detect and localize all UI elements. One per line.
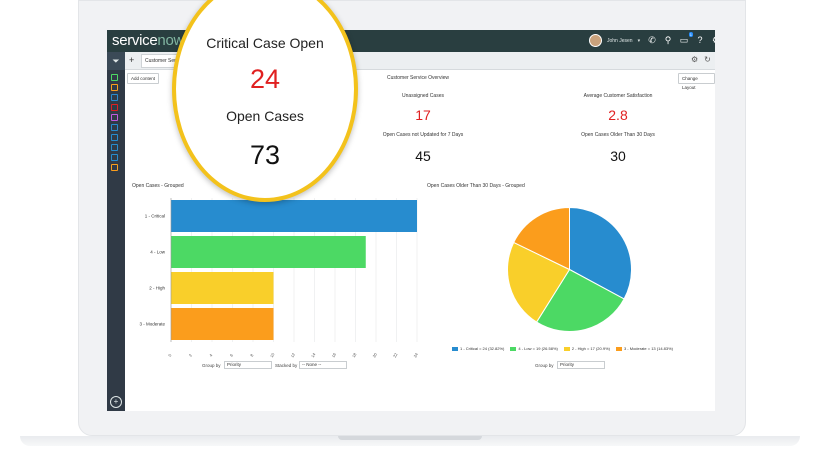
pie-legend: 1 - Critical = 24 (32.82%) 4 - Low = 19 … — [452, 346, 673, 351]
legend-label: 2 - High = 17 (20.9%) — [571, 346, 610, 351]
warning-icon[interactable] — [111, 104, 118, 111]
y-tick-label: 1 - Critical — [145, 214, 165, 219]
legend-swatch — [615, 346, 622, 351]
gear-icon[interactable]: ⚙ — [711, 35, 715, 45]
group-by-label: Group by — [202, 363, 221, 368]
help-icon[interactable]: ? — [695, 35, 705, 45]
y-tick-label: 2 - High — [149, 286, 165, 291]
user-menu[interactable]: John Jesen ▾ — [589, 34, 640, 47]
bar-chart: 0 2 4 6 8 10 12 14 16 18 20 22 241 - Critical4 - Low… — [139, 198, 419, 358]
chat-icon[interactable] — [111, 94, 118, 101]
notification-badge: 1 — [688, 32, 693, 37]
refresh-icon[interactable]: ↻ — [704, 55, 711, 64]
header-icons: ✆ ⚲ ▭1 ? ⚙ — [647, 32, 715, 45]
legend-item[interactable]: 3 - Moderate = 13 (14.83%) — [615, 346, 673, 351]
metric-label-unassigned: Unassigned Cases — [402, 93, 444, 99]
metric-value-not-updated[interactable]: 45 — [383, 148, 463, 164]
sidebar: ⏷ + — [107, 52, 125, 411]
legend-label: 1 - Critical = 24 (32.82%) — [460, 346, 505, 351]
y-tick-label: 3 - Moderate — [139, 322, 165, 327]
legend-item[interactable]: 4 - Low = 19 (26.58%) — [510, 346, 558, 351]
change-layout-button[interactable]: Change Layout — [678, 73, 715, 90]
add-tab-button[interactable]: + — [129, 55, 134, 65]
x-tick-label: 18 — [351, 351, 358, 358]
user-icon[interactable] — [111, 114, 118, 121]
pie-group-by-select[interactable]: Priority — [557, 361, 605, 369]
metric-label-older-30: Open Cases Older Than 30 Days — [581, 132, 655, 138]
metric-value-unassigned[interactable]: 17 — [383, 107, 463, 123]
pie-group-by-label: Group by — [535, 363, 554, 368]
add-circle-icon[interactable]: + — [110, 396, 122, 408]
pie-chart-title: Open Cases Older Than 30 Days - Grouped — [427, 183, 525, 189]
group-by-select[interactable]: Priority — [224, 361, 272, 369]
open-cases-label: Open Cases — [226, 108, 304, 124]
x-tick-label: 10 — [269, 351, 276, 358]
user-name: John Jesen — [607, 37, 633, 44]
x-tick-label: 2 — [187, 352, 193, 357]
x-tick-label: 4 — [208, 352, 214, 357]
brand-service: service — [112, 32, 158, 49]
menu-icon[interactable] — [111, 164, 118, 171]
x-tick-label: 20 — [371, 351, 378, 358]
filter-icon[interactable]: ⏷ — [107, 52, 125, 70]
metric-value-older-30[interactable]: 30 — [578, 148, 658, 164]
sidebar-icons — [111, 74, 118, 171]
home-icon[interactable] — [111, 74, 118, 81]
stacked-by-select[interactable]: -- None -- — [299, 361, 347, 369]
alert-icon[interactable] — [111, 84, 118, 91]
list-icon[interactable] — [111, 124, 118, 131]
bar — [171, 308, 274, 340]
play-icon[interactable] — [111, 154, 118, 161]
open-cases-value: 73 — [249, 140, 281, 170]
calendar-icon[interactable] — [111, 134, 118, 141]
metric-label-satisfaction: Average Customer Satisfaction — [583, 93, 653, 99]
avatar — [589, 34, 602, 47]
stacked-by-label: Stacked by — [275, 363, 298, 368]
x-tick-label: 8 — [249, 352, 255, 357]
critical-case-label: Critical Case Open — [206, 35, 324, 51]
bar — [171, 200, 417, 232]
legend-swatch — [510, 346, 517, 351]
tab-tools: ⚙ ↻ — [691, 55, 711, 64]
chevron-down-icon: ▾ — [637, 37, 641, 44]
x-tick-label: 24 — [412, 351, 419, 358]
x-tick-label: 14 — [310, 351, 317, 358]
gear-icon[interactable]: ⚙ — [691, 55, 698, 64]
metric-value-satisfaction[interactable]: 2.8 — [578, 107, 658, 123]
search-icon[interactable]: ⚲ — [663, 35, 673, 45]
document-icon[interactable] — [111, 144, 118, 151]
x-tick-label: 16 — [330, 351, 337, 358]
legend-item[interactable]: 2 - High = 17 (20.9%) — [563, 346, 610, 351]
phone-icon[interactable]: ✆ — [647, 35, 657, 45]
laptop-notch — [338, 436, 482, 440]
chat-icon[interactable]: ▭ 1 — [679, 32, 693, 45]
critical-case-value: 24 — [249, 64, 281, 94]
legend-item[interactable]: 1 - Critical = 24 (32.82%) — [452, 346, 504, 351]
legend-swatch — [452, 346, 458, 351]
x-tick-label: 22 — [392, 351, 399, 358]
metric-label-not-updated: Open Cases not Updated for 7 Days — [382, 132, 464, 138]
legend-swatch — [563, 346, 570, 351]
legend-label: 4 - Low = 19 (26.58%) — [518, 346, 558, 351]
bar — [171, 272, 274, 304]
add-content-button[interactable]: Add content — [127, 73, 160, 84]
page-title: Customer Service Overview — [387, 75, 449, 81]
x-tick-label: 0 — [167, 352, 173, 357]
y-tick-label: 4 - Low — [150, 250, 166, 255]
x-tick-label: 6 — [228, 352, 234, 357]
bar — [171, 236, 366, 268]
legend-label: 3 - Moderate = 13 (14.83%) — [623, 346, 673, 351]
bar-chart-title: Open Cases - Grouped — [132, 183, 184, 189]
x-tick-label: 12 — [289, 351, 296, 358]
pie-chart — [507, 206, 632, 332]
